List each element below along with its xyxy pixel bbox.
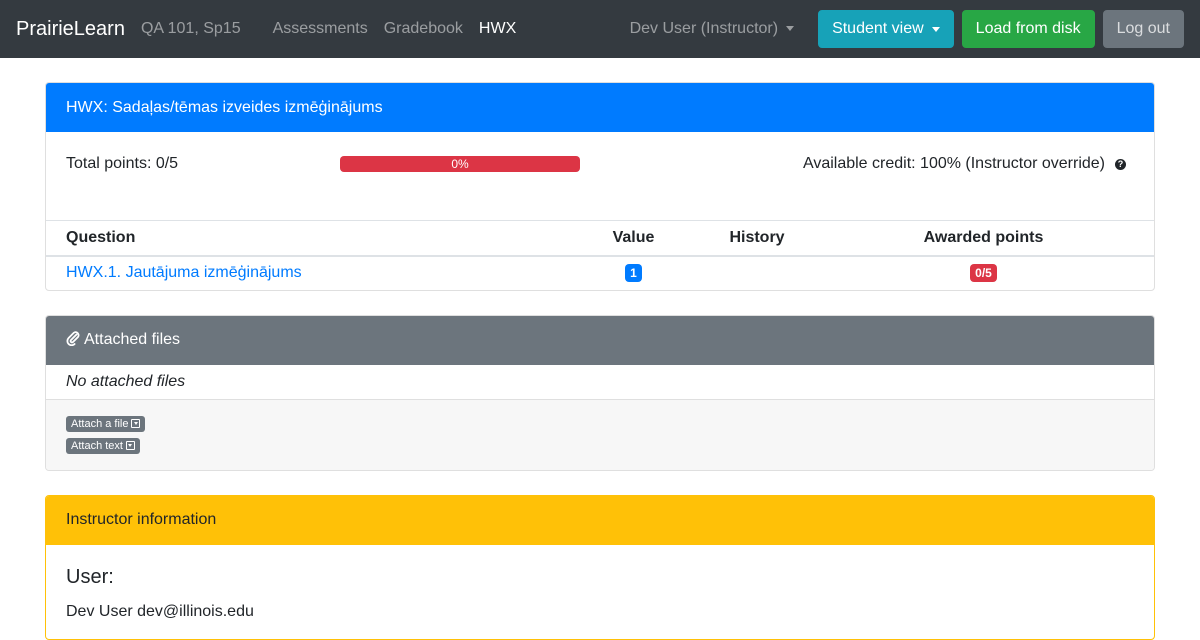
attached-files-card: Attached files No attached files Attach … xyxy=(45,314,1155,471)
caret-square-down-icon xyxy=(131,419,141,428)
navbar-right: Dev User (Instructor) Student view Load … xyxy=(630,10,1184,48)
attach-text-button[interactable]: Attach text xyxy=(66,437,140,454)
attach-file-button[interactable]: Attach a file xyxy=(66,415,146,432)
attach-file-label: Attach a file xyxy=(71,417,129,430)
awarded-points-badge: 0/5 xyxy=(970,264,997,282)
user-details: Dev User dev@illinois.edu xyxy=(66,602,254,620)
help-icon[interactable]: ? xyxy=(1115,158,1126,170)
main-container: HWX: Sadaļas/tēmas izveides izmēģinājums… xyxy=(45,82,1155,640)
available-credit: Available credit: 100% (Instructor overr… xyxy=(803,155,1134,173)
caret-square-down-icon xyxy=(125,441,135,450)
student-view-label: Student view xyxy=(832,20,924,37)
instructor-info-body: User: Dev User dev@illinois.edu xyxy=(46,545,1154,639)
score-progress-bar: 0% xyxy=(340,156,580,172)
score-progress-label: 0% xyxy=(451,157,469,171)
value-badge: 1 xyxy=(625,264,642,282)
attach-buttons: Attach a file Attach text xyxy=(46,399,1154,470)
points-row: Total points: 0/5 0% Available credit: 1… xyxy=(46,132,1154,196)
user-heading: User: xyxy=(66,565,114,588)
user-menu-label: Dev User (Instructor) xyxy=(629,20,779,37)
nav-hwx[interactable]: HWX xyxy=(479,20,516,38)
brand-logo[interactable]: PrairieLearn xyxy=(16,18,125,41)
chevron-down-icon xyxy=(786,26,795,32)
assessment-title: HWX: Sadaļas/tēmas izveides izmēģinājums xyxy=(46,83,1154,132)
total-points: Total points: 0/5 xyxy=(66,155,179,172)
assessment-card: HWX: Sadaļas/tēmas izveides izmēģinājums… xyxy=(45,82,1155,291)
course-link[interactable]: QA 101, Sp15 xyxy=(141,20,241,38)
table-header-row: Question Value History Awarded points xyxy=(46,220,1154,257)
col-awarded-points: Awarded points xyxy=(813,220,1154,257)
nav-assessments[interactable]: Assessments xyxy=(273,20,368,38)
instructor-info-card: Instructor information User: Dev User de… xyxy=(45,494,1155,640)
attach-text-label: Attach text xyxy=(71,439,123,452)
top-navbar: PrairieLearn QA 101, Sp15 Assessments Gr… xyxy=(0,0,1200,58)
table-row: HWX.1. Jautājuma izmēģinājums 1 0/5 xyxy=(46,256,1154,290)
questions-table: Question Value History Awarded points HW… xyxy=(46,220,1154,290)
col-question: Question xyxy=(46,220,566,257)
col-history: History xyxy=(701,220,813,257)
attached-files-title: Attached files xyxy=(84,331,181,348)
history-cell xyxy=(701,256,813,290)
col-value: Value xyxy=(566,220,701,257)
attached-files-header: Attached files xyxy=(46,315,1154,365)
nav-gradebook[interactable]: Gradebook xyxy=(384,20,463,38)
user-menu-dropdown[interactable]: Dev User (Instructor) xyxy=(629,20,795,38)
paperclip-icon xyxy=(66,330,80,351)
student-view-button[interactable]: Student view xyxy=(818,10,954,48)
logout-button[interactable]: Log out xyxy=(1102,10,1184,48)
chevron-down-icon xyxy=(931,26,940,32)
available-credit-text: Available credit: 100% (Instructor overr… xyxy=(802,155,1105,172)
instructor-info-header: Instructor information xyxy=(46,495,1154,545)
question-link[interactable]: HWX.1. Jautājuma izmēģinājums xyxy=(66,264,302,281)
no-attached-files: No attached files xyxy=(46,365,1154,400)
load-from-disk-button[interactable]: Load from disk xyxy=(961,10,1095,48)
